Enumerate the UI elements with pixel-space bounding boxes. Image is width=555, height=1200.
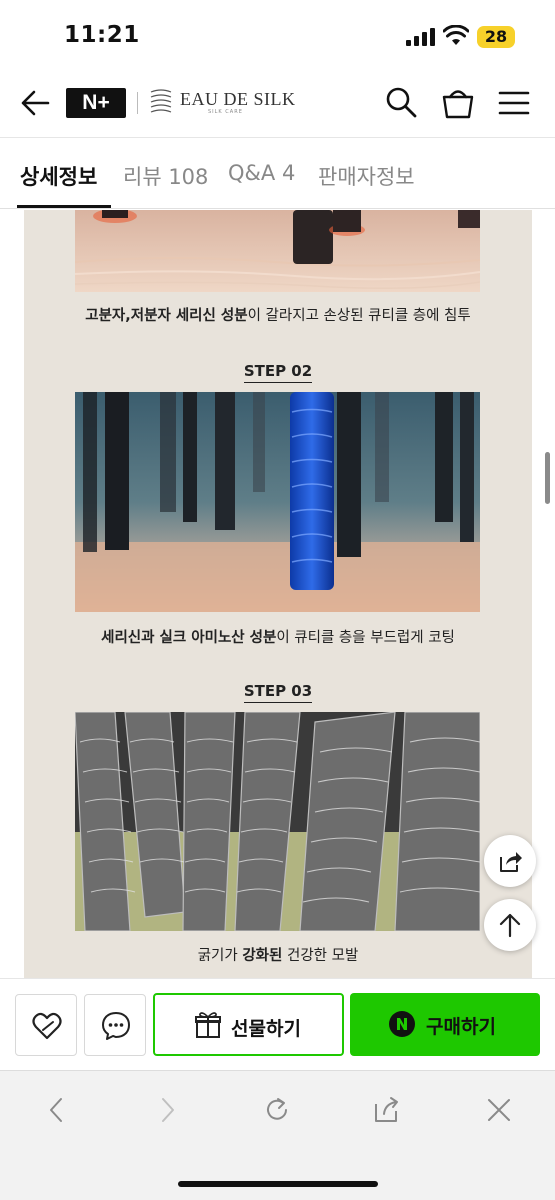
browser-forward-icon[interactable] <box>152 1095 182 1125</box>
talk-inquiry-button[interactable] <box>84 994 146 1056</box>
share-icon <box>500 852 522 872</box>
status-time: 11:21 <box>64 22 140 48</box>
wifi-icon <box>443 25 469 45</box>
shopping-bag-icon[interactable] <box>441 84 475 120</box>
back-arrow-icon[interactable] <box>18 86 52 120</box>
active-tab-underline <box>17 205 111 208</box>
browser-share-icon[interactable] <box>372 1095 402 1125</box>
header-divider <box>137 92 138 114</box>
strong-hair-image-step3 <box>75 712 480 931</box>
browser-close-icon[interactable] <box>484 1095 514 1125</box>
brand-name[interactable]: EAU DE SILK <box>180 89 296 110</box>
detail-panel: 고분자,저분자 세리신 성분이 갈라지고 손상된 큐티클 층에 침투 STEP … <box>24 210 532 978</box>
chat-icon <box>102 1012 130 1040</box>
hair-scalp-image-step1 <box>75 210 480 292</box>
wishlist-button[interactable] <box>15 994 77 1056</box>
step-02-heading: STEP 02 <box>24 362 532 383</box>
gift-button[interactable]: 선물하기 <box>153 993 344 1056</box>
purchase-bar: 선물하기 구매하기 <box>0 978 555 1070</box>
product-tabs: 상세정보 리뷰 108 Q&A 4 판매자정보 <box>0 139 555 209</box>
share-button[interactable] <box>484 835 536 887</box>
search-icon[interactable] <box>384 85 418 119</box>
battery-indicator: 28 <box>477 26 515 48</box>
tab-details[interactable]: 상세정보 <box>20 161 97 191</box>
tab-qna[interactable]: Q&A 4 <box>228 161 295 185</box>
browser-back-icon[interactable] <box>42 1095 72 1125</box>
caption-step3: 굵기가 강화된 건강한 모발 <box>197 948 359 964</box>
caption-step1: 고분자,저분자 세리신 성분이 갈라지고 손상된 큐티클 층에 침투 <box>85 308 471 324</box>
product-detail-content: 고분자,저분자 세리신 성분이 갈라지고 손상된 큐티클 층에 침투 STEP … <box>0 210 555 978</box>
heart-icon <box>32 1012 62 1040</box>
tab-seller-info[interactable]: 판매자정보 <box>318 161 415 191</box>
scroll-top-button[interactable] <box>484 899 536 951</box>
naver-n-icon <box>389 1011 415 1037</box>
brand-logo-icon <box>150 89 172 113</box>
buy-button[interactable]: 구매하기 <box>350 993 540 1056</box>
hamburger-menu-icon[interactable] <box>497 86 531 120</box>
step-03-heading: STEP 03 <box>24 682 532 703</box>
hair-coating-image-step2 <box>75 392 480 612</box>
page-scrollbar[interactable] <box>545 452 550 504</box>
gift-button-label: 선물하기 <box>231 1018 301 1040</box>
cellular-signal-icon <box>406 28 435 46</box>
tab-reviews[interactable]: 리뷰 108 <box>123 161 208 191</box>
home-indicator[interactable] <box>178 1181 378 1187</box>
brand-subtitle: SILK CARE <box>208 109 243 115</box>
gift-icon <box>195 1012 221 1038</box>
store-header: N+ EAU DE SILK SILK CARE <box>0 70 555 138</box>
status-bar: 11:21 28 <box>0 0 555 70</box>
naver-plus-logo[interactable]: N+ <box>66 88 126 118</box>
buy-button-label: 구매하기 <box>426 1016 496 1038</box>
scroll-top-icon <box>499 913 521 938</box>
browser-reload-icon[interactable] <box>262 1095 292 1125</box>
caption-step2: 세리신과 실크 아미노산 성분이 큐티클 층을 부드럽게 코팅 <box>101 630 455 646</box>
browser-toolbar <box>0 1070 555 1200</box>
